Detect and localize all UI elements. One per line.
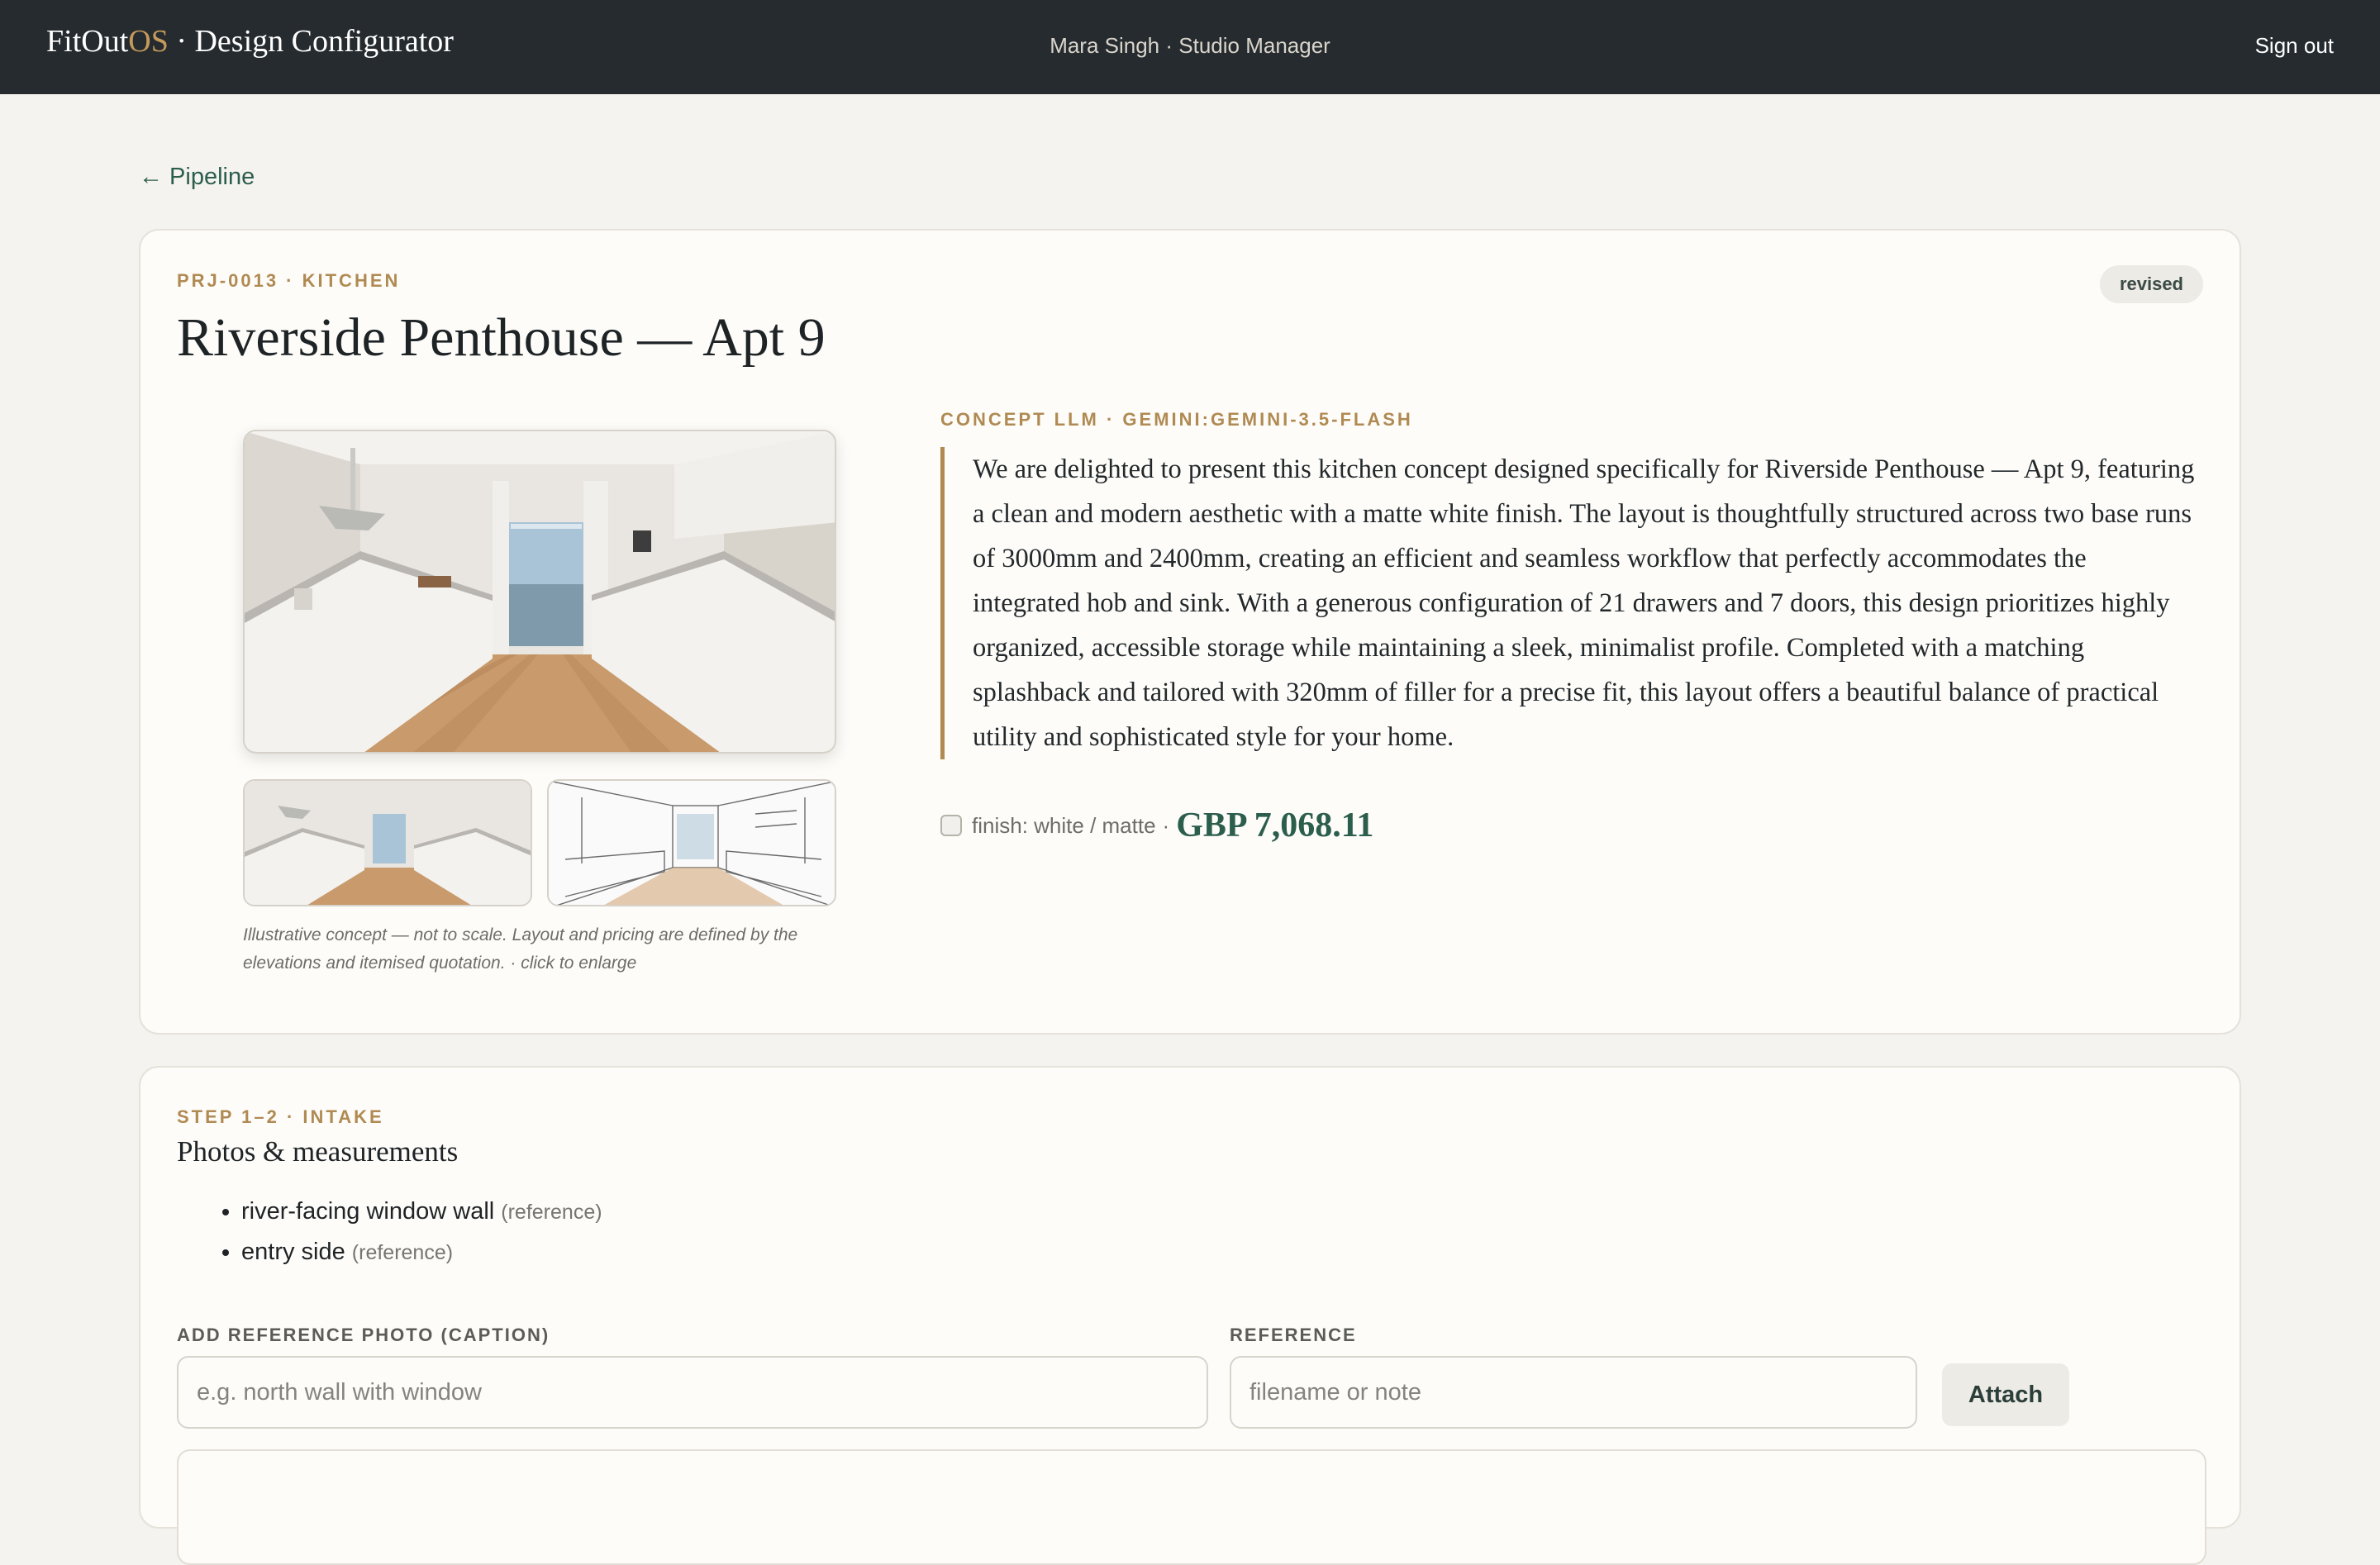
- list-item: river-facing window wall (reference): [241, 1192, 602, 1232]
- sign-out-button[interactable]: Sign out: [2255, 33, 2334, 59]
- project-code: PRJ-0013 · KITCHEN: [177, 270, 401, 291]
- thumbnail-sketch-image: [549, 781, 835, 905]
- reference-input[interactable]: [1230, 1356, 1917, 1429]
- section-title: Photos & measurements: [177, 1135, 459, 1168]
- reference-field-label: REFERENCE: [1230, 1325, 1357, 1345]
- finish-checkbox[interactable]: [940, 815, 962, 836]
- user-info: Mara Singh · Studio Manager: [1050, 33, 1330, 58]
- intake-card: STEP 1–2 · INTAKE Photos & measurements …: [139, 1066, 2241, 1565]
- caption-field-label: ADD REFERENCE PHOTO (CAPTION): [177, 1325, 550, 1345]
- photo-list: river-facing window wall (reference) ent…: [177, 1192, 602, 1272]
- caption-input[interactable]: [177, 1356, 1208, 1429]
- photo-name: river-facing window wall: [241, 1198, 495, 1225]
- project-card: PRJ-0013 · KITCHEN revised Riverside Pen…: [139, 229, 2241, 1035]
- upload-area[interactable]: [177, 1449, 2206, 1565]
- concept-thumbnail-sketch[interactable]: [547, 779, 836, 906]
- image-caption: Illustrative concept — not to scale. Lay…: [243, 925, 798, 973]
- project-title: Riverside Penthouse — Apt 9: [177, 307, 826, 368]
- finish-label: finish: white / matte: [972, 812, 1156, 838]
- finish-row: finish: white / matte · GBP 7,068.11: [940, 804, 1373, 847]
- concept-description: We are delighted to present this kitchen…: [940, 447, 2197, 759]
- concept-llm-label: CONCEPT LLM · GEMINI:GEMINI-3.5-FLASH: [940, 409, 1413, 430]
- photo-name: entry side: [241, 1239, 345, 1265]
- attach-button[interactable]: Attach: [1942, 1363, 2069, 1426]
- top-bar: FitOutOS · Design Configurator Mara Sing…: [0, 0, 2380, 94]
- concept-thumbnail-photo[interactable]: [243, 779, 532, 906]
- concept-image-main[interactable]: [243, 430, 836, 754]
- thumbnail-photo-image: [245, 781, 531, 905]
- step-label: STEP 1–2 · INTAKE: [177, 1106, 384, 1127]
- back-to-pipeline-link[interactable]: ← Pipeline: [139, 164, 255, 191]
- separator-dot: ·: [1162, 812, 1170, 838]
- photo-tag: (reference): [501, 1201, 602, 1224]
- status-badge: revised: [2099, 265, 2203, 303]
- kitchen-render-image: [245, 431, 835, 752]
- list-item: entry side (reference): [241, 1232, 602, 1272]
- photo-tag: (reference): [351, 1241, 454, 1264]
- price-total: GBP 7,068.11: [1176, 806, 1374, 844]
